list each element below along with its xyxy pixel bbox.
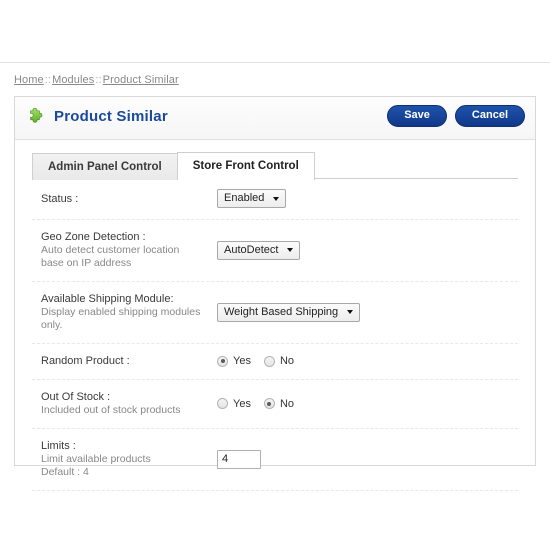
form-row-available-shipping-module: Available Shipping Module: Display enabl… xyxy=(32,282,518,344)
chevron-down-icon xyxy=(347,310,354,314)
header-actions: Save Cancel xyxy=(387,105,525,127)
form-row-status: Status : Enabled xyxy=(32,179,518,220)
geo-zone-detection-select-value: AutoDetect xyxy=(224,243,279,256)
radio-label: Yes xyxy=(233,355,251,367)
chevron-down-icon xyxy=(287,248,294,252)
radio-dot-icon xyxy=(217,398,228,409)
label-sub-text: Display enabled shipping modules xyxy=(41,306,201,318)
module-settings-panel: Product Similar Save Cancel Admin Panel … xyxy=(14,96,536,491)
form-control-out-of-stock: Yes No xyxy=(217,398,518,410)
label-text: Random Product : xyxy=(41,355,130,367)
label-sub-text-2: base on IP address xyxy=(41,257,132,269)
breadcrumb-link-modules[interactable]: Modules xyxy=(52,74,94,86)
random-product-radio-yes[interactable]: Yes xyxy=(217,355,251,367)
settings-form: Status : Enabled Geo Zone Detection : Au… xyxy=(15,179,535,491)
top-divider-band xyxy=(0,0,550,63)
label-text: Limits : xyxy=(41,440,76,452)
form-control-available-shipping-module: Weight Based Shipping xyxy=(217,302,518,322)
breadcrumb-link-home[interactable]: Home xyxy=(14,74,44,86)
out-of-stock-radio-no[interactable]: No xyxy=(263,397,295,410)
breadcrumb-separator: :: xyxy=(44,74,52,86)
limits-input[interactable] xyxy=(217,449,261,469)
puzzle-piece-icon xyxy=(30,107,43,123)
form-control-geo-zone-detection: AutoDetect xyxy=(217,240,518,260)
breadcrumb-separator: :: xyxy=(95,74,102,86)
random-product-radio-group: Yes No xyxy=(217,355,300,367)
radio-dot-icon xyxy=(263,355,275,367)
form-label-status: Status : xyxy=(32,192,217,206)
label-sub-text: Limit available products xyxy=(41,453,151,465)
save-button[interactable]: Save xyxy=(387,105,447,127)
page-title: Product Similar xyxy=(54,107,168,125)
tab-admin-panel-control[interactable]: Admin Panel Control xyxy=(32,153,178,180)
form-label-geo-zone-detection: Geo Zone Detection : Auto detect custome… xyxy=(32,230,217,270)
radio-label: No xyxy=(279,355,295,367)
random-product-radio-no[interactable]: No xyxy=(263,355,295,367)
label-sub-text-2: only. xyxy=(41,319,63,331)
tab-bar: Admin Panel Control Store Front Control xyxy=(15,152,535,180)
cancel-button[interactable]: Cancel xyxy=(454,105,525,127)
status-select-value: Enabled xyxy=(224,192,265,204)
panel-header: Product Similar Save Cancel xyxy=(15,97,535,140)
form-label-available-shipping-module: Available Shipping Module: Display enabl… xyxy=(32,292,217,332)
form-row-geo-zone-detection: Geo Zone Detection : Auto detect custome… xyxy=(32,220,518,282)
tab-store-front-control[interactable]: Store Front Control xyxy=(176,152,315,180)
status-select[interactable]: Enabled xyxy=(217,189,287,208)
radio-label: Yes xyxy=(233,397,251,410)
form-row-out-of-stock: Out Of Stock : Included out of stock pro… xyxy=(32,380,518,429)
label-sub-text: Included out of stock products xyxy=(41,404,181,416)
form-control-status: Enabled xyxy=(217,189,518,208)
label-text: Status : xyxy=(41,192,79,205)
out-of-stock-radio-yes[interactable]: Yes xyxy=(217,398,251,410)
label-sub-text: Auto detect customer location xyxy=(41,244,180,256)
panel-title-wrap: Product Similar xyxy=(28,107,168,125)
form-label-random-product: Random Product : xyxy=(32,354,217,368)
available-shipping-module-select-value: Weight Based Shipping xyxy=(224,305,339,318)
breadcrumb-link-product-similar[interactable]: Product Similar xyxy=(103,74,179,86)
breadcrumb: Home::Modules::Product Similar xyxy=(14,74,179,86)
geo-zone-detection-select[interactable]: AutoDetect xyxy=(217,240,301,260)
form-control-random-product: Yes No xyxy=(217,355,518,367)
form-row-random-product: Random Product : Yes No xyxy=(32,344,518,380)
available-shipping-module-select[interactable]: Weight Based Shipping xyxy=(217,302,361,322)
form-row-limits: Limits : Limit available products Defaul… xyxy=(32,429,518,491)
form-control-limits xyxy=(217,449,518,469)
label-text: Geo Zone Detection : xyxy=(41,231,146,243)
out-of-stock-radio-group: Yes No xyxy=(217,398,300,410)
label-sub-text-2: Default : 4 xyxy=(41,466,89,478)
radio-label: No xyxy=(279,397,295,410)
label-text: Available Shipping Module: xyxy=(41,293,174,305)
form-label-limits: Limits : Limit available products Defaul… xyxy=(32,439,217,479)
label-text: Out Of Stock : xyxy=(41,391,111,403)
form-label-out-of-stock: Out Of Stock : Included out of stock pro… xyxy=(32,390,217,417)
radio-dot-icon xyxy=(217,355,228,367)
chevron-down-icon xyxy=(273,196,280,201)
radio-dot-icon xyxy=(263,398,275,409)
